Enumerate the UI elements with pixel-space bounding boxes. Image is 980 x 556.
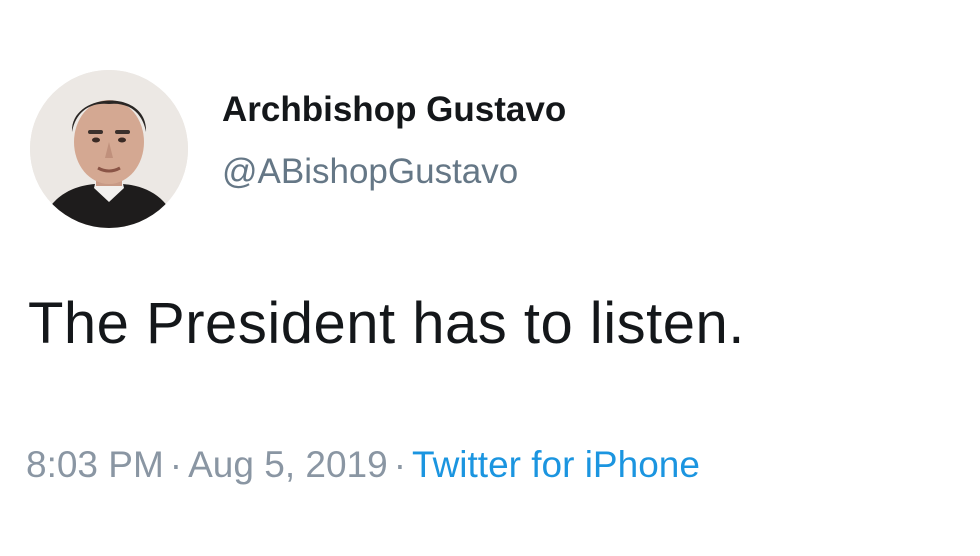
author-handle[interactable]: @ABishopGustavo bbox=[222, 152, 518, 192]
tweet-source-link[interactable]: Twitter for iPhone bbox=[412, 444, 700, 485]
tweet-meta: 8:03 PM · Aug 5, 2019 · Twitter for iPhone bbox=[26, 444, 700, 486]
meta-separator: · bbox=[169, 444, 183, 485]
avatar[interactable] bbox=[30, 70, 188, 228]
author-name[interactable]: Archbishop Gustavo bbox=[222, 90, 566, 130]
tweet-date[interactable]: Aug 5, 2019 bbox=[188, 444, 388, 485]
tweet-text: The President has to listen. bbox=[28, 291, 745, 356]
avatar-photo bbox=[30, 70, 188, 228]
tweet-card: Archbishop Gustavo @ABishopGustavo The P… bbox=[0, 0, 980, 556]
meta-separator-2: · bbox=[393, 444, 407, 485]
tweet-time[interactable]: 8:03 PM bbox=[26, 444, 164, 485]
